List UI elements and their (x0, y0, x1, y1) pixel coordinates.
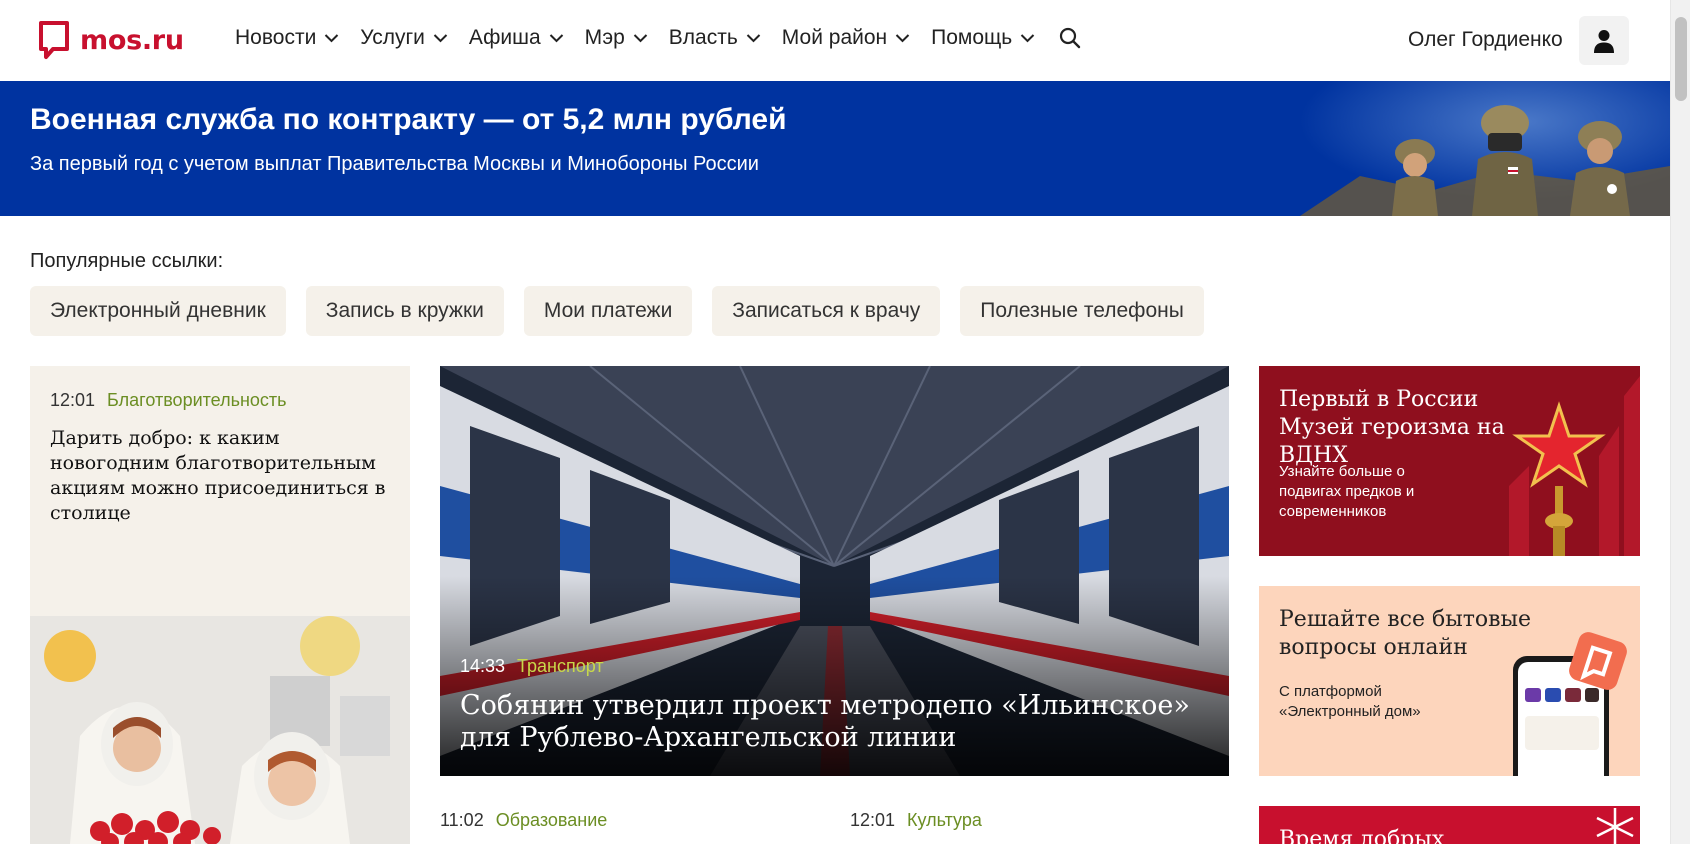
scrollbar-thumb[interactable] (1675, 17, 1687, 101)
news-meta: 12:01 Благотворительность (50, 390, 287, 411)
promo-electronic-home[interactable]: Решайте все бытовые вопросы онлайн С пла… (1259, 586, 1640, 776)
news-category[interactable]: Транспорт (517, 656, 604, 677)
chevron-down-icon (433, 34, 448, 43)
nav-item-label: Афиша (468, 26, 541, 49)
popular-link-phones[interactable]: Полезные телефоны (960, 286, 1204, 336)
snowflake-icon (1596, 808, 1634, 844)
news-title: Дарить добро: к каким новогодним благотв… (50, 427, 386, 524)
news-meta-education[interactable]: 11:02 Образование (440, 810, 607, 831)
news-meta: 14:33 Транспорт (460, 656, 604, 677)
chevron-down-icon (895, 34, 910, 43)
news-category[interactable]: Культура (907, 810, 982, 831)
contract-service-banner[interactable]: Военная служба по контракту — от 5,2 млн… (0, 81, 1670, 216)
promo-time-of-kindness[interactable]: Время добрых (1259, 806, 1640, 844)
chevron-down-icon (1021, 34, 1035, 43)
nav-item-label: Помощь (931, 26, 1013, 49)
chevron-down-icon (325, 34, 339, 43)
news-category[interactable]: Благотворительность (107, 390, 287, 411)
popular-links-label: Популярные ссылки: (30, 250, 224, 272)
nav-item-label: Мой район (781, 26, 888, 49)
promo-museum-heroism[interactable]: Первый в России Музей героизма на ВДНХ У… (1259, 366, 1640, 556)
news-card-hero[interactable]: 14:33 Транспорт Собянин утвердил проект … (440, 366, 1229, 776)
news-card-charity[interactable]: 12:01 Благотворительность Дарить добро: … (30, 366, 410, 844)
logo-text: mos.ru (80, 24, 184, 56)
popular-link-clubs[interactable]: Запись в кружки (305, 286, 504, 336)
search-icon[interactable] (1058, 26, 1082, 50)
news-time: 12:01 (850, 810, 896, 830)
popular-links: Электронный дневник Запись в кружки Мои … (30, 286, 1204, 336)
chevron-down-icon (549, 34, 563, 43)
popular-link-e-diary[interactable]: Электронный дневник (30, 286, 286, 336)
page: mos.ru Новости Услуги Афиша Мэр Власть М… (0, 0, 1690, 844)
news-meta-culture[interactable]: 12:01 Культура (850, 810, 982, 831)
nav-item-afisha[interactable]: Афиша (469, 26, 564, 50)
main-nav: Новости Услуги Афиша Мэр Власть Мой райо… (235, 26, 1082, 50)
banner-subtitle: За первый год с учетом выплат Правительс… (30, 153, 759, 175)
logo-icon (38, 20, 70, 60)
nav-item-label: Новости (235, 26, 317, 49)
banner-title: Военная служба по контракту — от 5,2 млн… (30, 103, 787, 136)
user-profile-button[interactable] (1579, 16, 1629, 65)
popular-link-payments[interactable]: Мои платежи (523, 286, 693, 336)
page-scrollbar[interactable] (1670, 0, 1690, 844)
nav-item-help[interactable]: Помощь (931, 26, 1035, 50)
nav-item-label: Услуги (360, 26, 425, 49)
promo-subtitle: Узнайте больше о подвигах предков и совр… (1279, 463, 1415, 520)
news-time: 11:02 (440, 810, 484, 830)
nav-item-government[interactable]: Власть (669, 26, 761, 50)
news-time: 12:01 (50, 390, 96, 410)
user-name[interactable]: Олег Гордиенко (1408, 28, 1563, 52)
chevron-down-icon (633, 34, 648, 43)
nav-item-news[interactable]: Новости (235, 26, 339, 50)
charity-photo (30, 616, 410, 844)
nav-item-mayor[interactable]: Мэр (585, 26, 648, 50)
nav-item-services[interactable]: Услуги (360, 26, 448, 50)
popular-link-doctor[interactable]: Записаться к врачу (712, 286, 941, 336)
user-icon (1594, 29, 1614, 53)
nav-item-label: Власть (668, 26, 738, 49)
promo-title: Время добрых (1279, 827, 1445, 844)
chevron-down-icon (746, 34, 761, 43)
promo-title: Решайте все бытовые вопросы онлайн (1279, 607, 1532, 660)
soldiers-illustration (1300, 81, 1670, 216)
news-title: Собянин утвердил проект метродепо «Ильин… (460, 690, 1190, 753)
promo-subtitle: С платформой «Электронный дом» (1279, 683, 1421, 720)
nav-item-my-district[interactable]: Мой район (782, 26, 910, 50)
site-header: mos.ru Новости Услуги Афиша Мэр Власть М… (0, 0, 1670, 81)
logo-link[interactable]: mos.ru (38, 20, 184, 60)
nav-item-label: Мэр (584, 26, 625, 49)
news-time: 14:33 (460, 656, 506, 676)
news-category[interactable]: Образование (496, 810, 608, 831)
promo-title: Первый в России Музей героизма на ВДНХ (1279, 387, 1505, 468)
